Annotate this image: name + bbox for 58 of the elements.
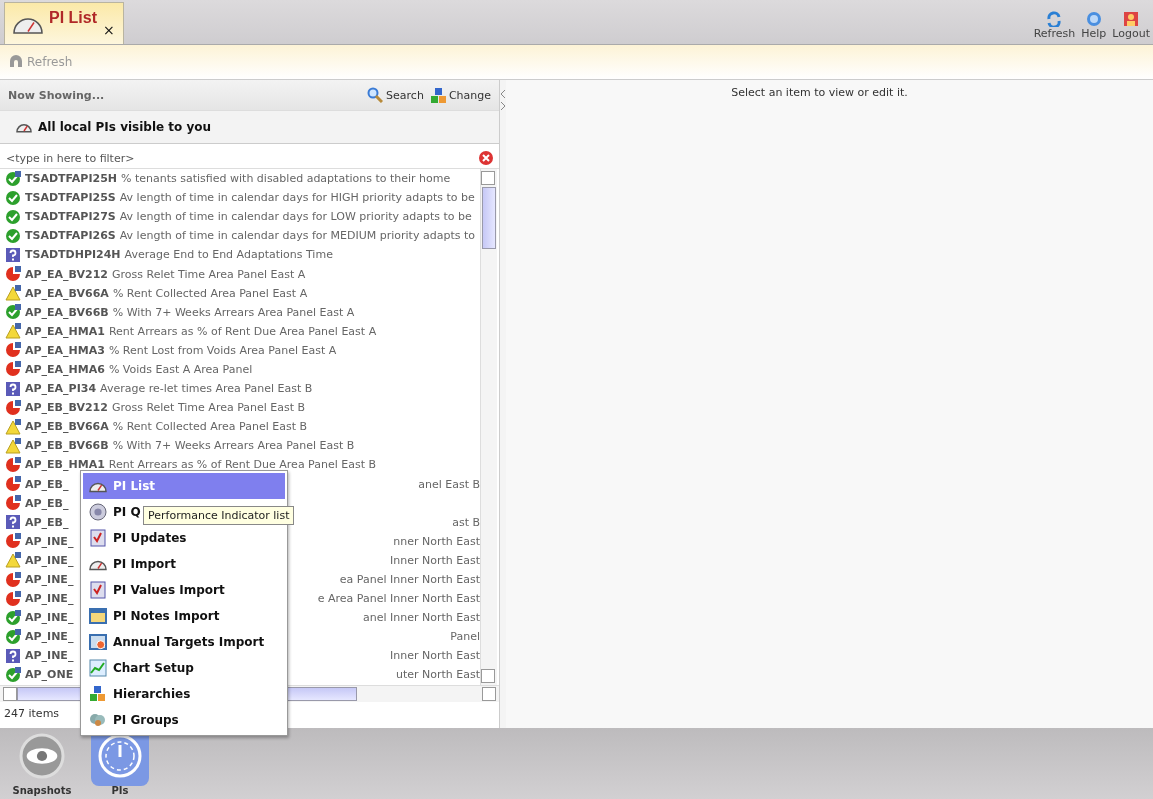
pi-description: Average End to End Adaptations Time	[124, 248, 333, 262]
pi-description: % With 7+ Weeks Arrears Area Panel East A	[112, 305, 355, 319]
pi-description: Av length of time in calendar days for MEDIUM priority adapts to	[119, 229, 475, 243]
pi-code: AP_INE_	[25, 553, 74, 567]
pi-code: AP_EA_HMA1	[25, 324, 105, 338]
pi-description: % tenants satisfied with disabled adaptations to their home	[121, 172, 451, 186]
pi-description: anel East B	[418, 477, 480, 491]
pi-code: TSADTFAPI25S	[25, 191, 116, 205]
pi-code: AP_ONE	[25, 668, 74, 682]
pi-description: Av length of time in calendar days for LOW priority adapts to be	[119, 210, 472, 224]
pi-code: TSADTDHPI24H	[25, 248, 121, 262]
pi-code: AP_INE_	[25, 534, 74, 548]
pi-code: AP_EB_	[25, 515, 69, 529]
pi-description: Rent Arrears as % of Rent Due Area Panel East B	[108, 458, 377, 472]
pi-description: Av length of time in calendar days for HIGH priority adapts to be	[119, 191, 475, 205]
pi-code: AP_INE_	[25, 611, 74, 625]
pi-code: TSADTFAPI27S	[25, 210, 116, 224]
pi-code: AP_EB_BV212	[25, 401, 108, 415]
pi-description: Inner North East	[390, 649, 480, 663]
pi-code: TSADTFAPI26S	[25, 229, 116, 243]
pi-description: % With 7+ Weeks Arrears Area Panel East B	[112, 439, 355, 453]
pi-code: AP_EB_BV66B	[25, 439, 109, 453]
item-count: 247 items	[4, 706, 60, 720]
pi-code: AP_EB_	[25, 496, 69, 510]
pi-description: % Rent Collected Area Panel East B	[112, 420, 308, 434]
pi-code: TSADTFAPI25H	[25, 172, 117, 186]
pi-description: Gross Relet Time Area Panel East A	[112, 267, 306, 281]
pi-description: uter North East	[395, 668, 480, 682]
panel-title: Now Showing...	[8, 88, 106, 102]
tooltip: Performance Indicator list	[143, 506, 295, 525]
pi-description: nner North East	[393, 534, 480, 548]
scope-label: All local PIs visible to you	[38, 120, 212, 134]
pi-description: Inner North East	[390, 553, 480, 567]
pi-description: % Voids East A Area Panel	[108, 363, 253, 376]
pi-description: Average re-let times Area Panel East B	[100, 382, 313, 396]
pi-code: AP_EA_BV212	[25, 267, 108, 281]
pi-description: % Rent Lost from Voids Area Panel East A	[108, 343, 337, 357]
pi-description: anel Inner North East	[363, 611, 480, 625]
pi-code: AP_EA_BV66B	[25, 305, 109, 319]
pi-code: AP_EA_HMA3	[25, 343, 105, 357]
pi-description: % Rent Collected Area Panel East A	[112, 286, 308, 300]
empty-message: Select an item to view or edit it.	[730, 85, 909, 99]
pi-description: ea Panel Inner North East	[339, 573, 480, 586]
pi-description: ast B	[452, 515, 480, 529]
pi-code: AP_INE_	[25, 592, 74, 606]
pi-description: Rent Arrears as % of Rent Due Area Panel East A	[108, 324, 377, 338]
pi-code: AP_EB_BV66A	[25, 420, 109, 434]
pi-description: e Area Panel Inner North East	[317, 592, 480, 606]
pi-code: AP_INE_	[25, 630, 74, 644]
pi-description: Gross Relet Time Area Panel East B	[111, 401, 306, 415]
pi-description: Panel	[450, 630, 480, 644]
pi-code: AP_INE_	[25, 649, 74, 663]
pi-code: AP_EA_PI34	[25, 382, 97, 396]
pi-code: AP_EA_HMA6	[25, 363, 105, 376]
pi-code: AP_EB_HMA1	[25, 458, 105, 472]
pi-code: AP_INE_	[25, 573, 74, 586]
pi-code: AP_EA_BV66A	[25, 286, 109, 300]
pi-code: AP_EB_	[25, 477, 69, 491]
